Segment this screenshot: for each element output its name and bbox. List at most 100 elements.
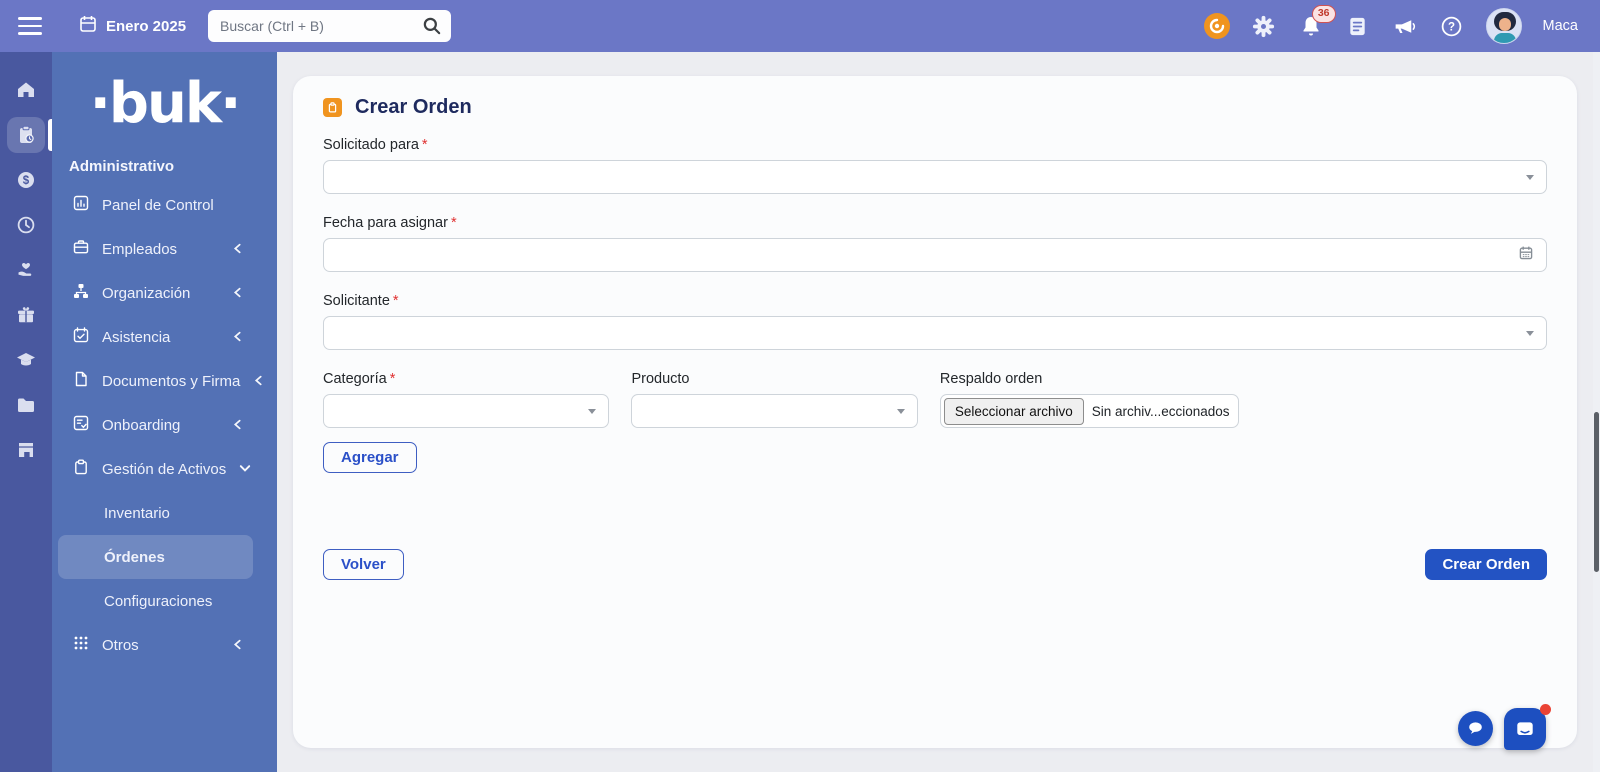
sidebar-nav: Panel de Control Empleados: [52, 181, 277, 667]
asset-module-icon: [323, 98, 342, 117]
org-chart-icon: [73, 283, 89, 303]
chevron-down-icon: [239, 461, 251, 478]
volver-button[interactable]: Volver: [323, 549, 404, 580]
file-select-button[interactable]: Seleccionar archivo: [944, 398, 1084, 425]
caret-down-icon: [1526, 175, 1534, 180]
field-label: Solicitante: [323, 293, 390, 309]
global-search: [208, 10, 451, 42]
notification-count-badge: 36: [1312, 5, 1336, 23]
clipboard-icon: [73, 459, 89, 479]
field-solicitante: Solicitante*: [323, 293, 1547, 350]
help-icon[interactable]: ?: [1439, 13, 1465, 39]
module-rail: $: [0, 52, 52, 772]
crear-orden-card: Crear Orden Solicitado para* Fecha para …: [293, 76, 1577, 748]
chat-bubble-button[interactable]: [1458, 711, 1493, 746]
sidebar-item-onboarding[interactable]: Onboarding: [58, 403, 253, 447]
categoria-select[interactable]: [323, 394, 609, 428]
solicitado-para-select[interactable]: [323, 160, 1547, 194]
sidebar-item-organizacion[interactable]: Organización: [58, 271, 253, 315]
field-fecha-para-asignar: Fecha para asignar*: [323, 215, 1547, 272]
calendar-icon: [78, 14, 98, 39]
producto-select[interactable]: [631, 394, 917, 428]
card-header: Crear Orden: [323, 96, 1547, 119]
field-categoria: Categoría*: [323, 371, 609, 428]
search-input[interactable]: [208, 10, 451, 42]
fecha-para-asignar-input[interactable]: [323, 238, 1547, 272]
field-row: Categoría* Producto Respaldo orden: [323, 371, 1547, 428]
field-label: Respaldo orden: [940, 371, 1042, 387]
required-asterisk: *: [451, 215, 457, 231]
required-asterisk: *: [390, 371, 396, 387]
sidebar-item-asistencia[interactable]: Asistencia: [58, 315, 253, 359]
changelog-notes-icon[interactable]: [1345, 13, 1371, 39]
caret-down-icon: [1526, 331, 1534, 336]
buk-community-icon[interactable]: [1204, 13, 1230, 39]
sidebar-item-documentos-y-firma[interactable]: Documentos y Firma: [58, 359, 253, 403]
settings-gear-icon[interactable]: [1251, 13, 1277, 39]
file-status-text: Sin archiv...eccionados: [1084, 404, 1230, 419]
agregar-button[interactable]: Agregar: [323, 442, 417, 473]
chevron-left-icon: [232, 417, 243, 434]
main-content: Crear Orden Solicitado para* Fecha para …: [277, 52, 1600, 772]
sidebar-item-otros[interactable]: Otros: [58, 623, 253, 667]
calendar-check-icon: [73, 327, 89, 347]
buk-logo: ·buk·: [52, 76, 277, 132]
rail-benefits-hand-heart-icon[interactable]: [7, 252, 45, 288]
solicitante-select[interactable]: [323, 316, 1547, 350]
sidebar-item-gestion-de-activos[interactable]: Gestión de Activos: [58, 447, 253, 491]
form-footer: Volver Crear Orden: [323, 549, 1547, 580]
sidebar-item-empleados[interactable]: Empleados: [58, 227, 253, 271]
page-scrollbar[interactable]: [1593, 52, 1600, 772]
rail-remuneration-icon[interactable]: $: [7, 162, 45, 198]
required-asterisk: *: [422, 137, 428, 153]
rail-time-clock-icon[interactable]: [7, 207, 45, 243]
page-title: Crear Orden: [355, 96, 472, 119]
rail-marketplace-store-icon[interactable]: [7, 432, 45, 468]
user-name: Maca: [1543, 18, 1578, 34]
field-label: Producto: [631, 371, 689, 387]
rail-asset-management-icon[interactable]: [7, 117, 45, 153]
rail-training-cap-icon[interactable]: [7, 342, 45, 378]
field-respaldo-orden: Respaldo orden Seleccionar archivo Sin a…: [940, 371, 1239, 428]
field-label: Categoría: [323, 371, 387, 387]
required-asterisk: *: [393, 293, 399, 309]
rail-home-icon[interactable]: [7, 72, 45, 108]
topbar: Enero 2025: [0, 0, 1600, 52]
respaldo-file-input[interactable]: Seleccionar archivo Sin archiv...ecciona…: [940, 394, 1239, 428]
checklist-icon: [73, 415, 89, 435]
avatar-shirt: [1494, 33, 1516, 44]
field-label: Fecha para asignar: [323, 215, 448, 231]
chevron-left-icon: [232, 637, 243, 654]
menu-toggle-icon[interactable]: [18, 17, 42, 35]
avatar-face: [1499, 18, 1511, 31]
caret-down-icon: [897, 409, 905, 414]
field-label: Solicitado para: [323, 137, 419, 153]
period-selector[interactable]: Enero 2025: [78, 14, 186, 39]
sidebar-section-label: Administrativo: [52, 158, 277, 181]
chevron-left-icon: [232, 241, 243, 258]
sidebar-subitem-ordenes[interactable]: Órdenes: [58, 535, 253, 579]
caret-down-icon: [588, 409, 596, 414]
briefcase-icon: [73, 239, 89, 259]
svg-text:$: $: [23, 175, 30, 187]
search-icon[interactable]: [421, 15, 443, 37]
announcements-megaphone-icon[interactable]: [1392, 13, 1418, 39]
field-producto: Producto: [631, 371, 917, 428]
calendar-icon: [1518, 245, 1534, 266]
document-icon: [73, 371, 89, 391]
rail-documents-folder-icon[interactable]: [7, 387, 45, 423]
chevron-left-icon: [232, 329, 243, 346]
sidebar-subitem-configuraciones[interactable]: Configuraciones: [58, 579, 253, 623]
user-avatar[interactable]: [1486, 8, 1522, 44]
topbar-actions: 36 ? Maca: [1204, 8, 1578, 44]
unread-indicator-dot: [1540, 704, 1551, 715]
scrollbar-thumb[interactable]: [1594, 412, 1599, 572]
rail-gift-icon[interactable]: [7, 297, 45, 333]
crear-orden-button[interactable]: Crear Orden: [1425, 549, 1547, 580]
svg-text:?: ?: [1448, 21, 1455, 33]
notifications-bell-icon[interactable]: 36: [1298, 13, 1324, 39]
sidebar-item-panel-de-control[interactable]: Panel de Control: [58, 183, 253, 227]
messenger-button[interactable]: [1504, 708, 1546, 750]
sidebar-subitem-inventario[interactable]: Inventario: [58, 491, 253, 535]
field-solicitado-para: Solicitado para*: [323, 137, 1547, 194]
